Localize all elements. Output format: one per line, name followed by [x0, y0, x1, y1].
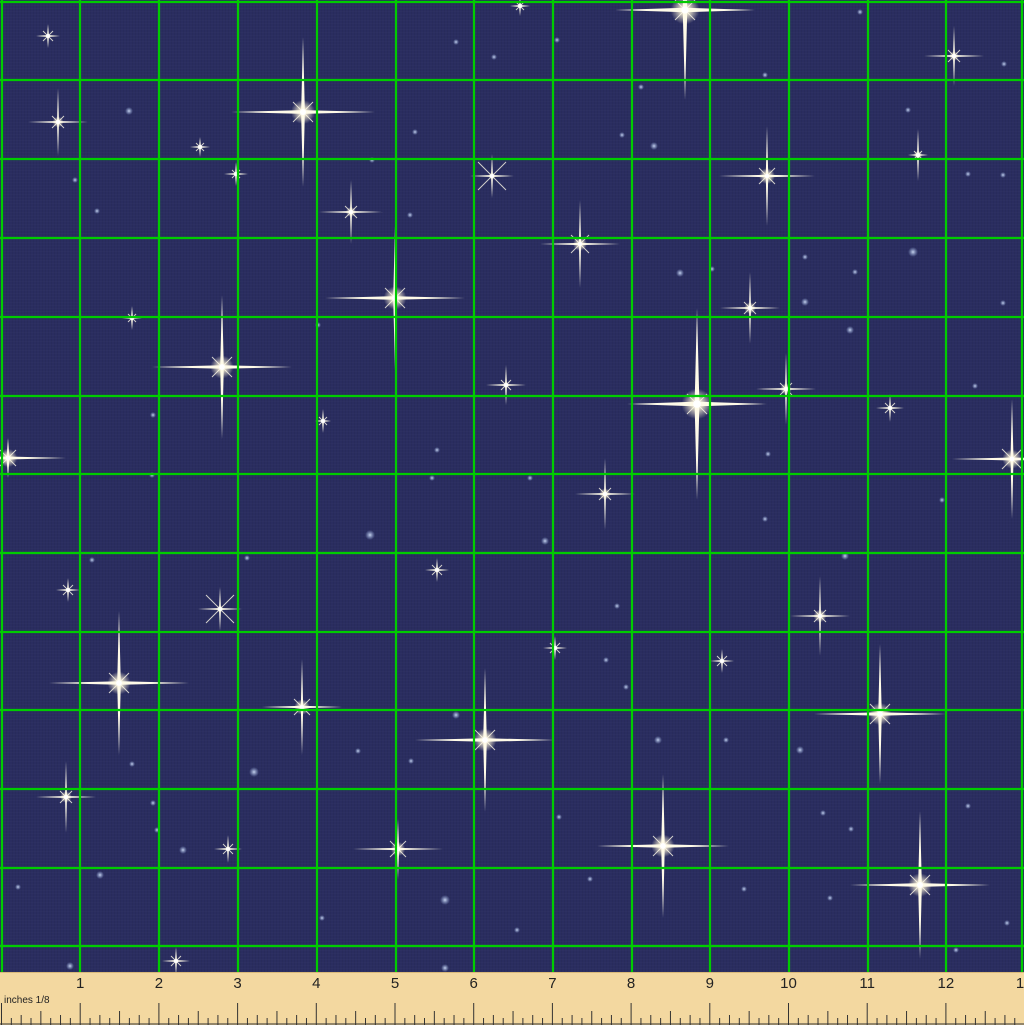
- ruler-number: 12: [937, 975, 955, 992]
- ruler: 1 2 3 4 5 6 7 8 9 10 11 12 1 inches 1/8: [0, 972, 1024, 1025]
- ruler-number: 4: [312, 975, 321, 992]
- ruler-number: 6: [469, 975, 478, 992]
- ruler-number: 2: [154, 975, 164, 992]
- ruler-number: 1: [76, 975, 85, 992]
- ruler-number: 10: [780, 975, 797, 992]
- fabric-swatch: [0, 0, 1024, 972]
- measurement-grid: [0, 0, 1024, 972]
- ruler-number: 3: [233, 975, 242, 992]
- ruler-number: 8: [626, 975, 636, 992]
- ruler-number: 7: [548, 975, 557, 992]
- ruler-unit-label: inches 1/8: [4, 995, 50, 1006]
- ruler-number: 1: [1015, 975, 1024, 992]
- ruler-number: 5: [390, 975, 400, 992]
- ruler-number: 9: [705, 975, 714, 992]
- ruler-number: 11: [859, 975, 875, 992]
